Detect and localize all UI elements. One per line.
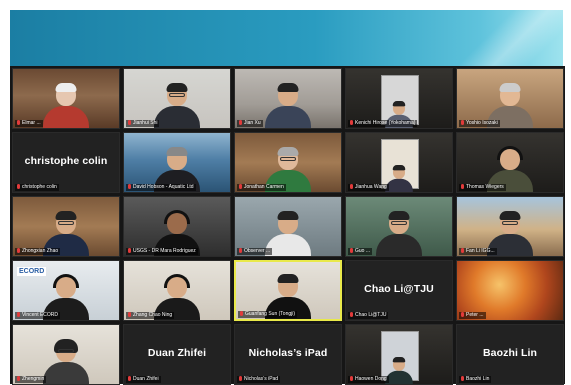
mic-muted-icon xyxy=(350,184,353,189)
participant-tile[interactable]: Chao Li@TJU Chao Li@TJU xyxy=(345,260,453,321)
participant-name: Yoshio Isozaki xyxy=(459,120,500,127)
participant-tile[interactable]: Guo ... xyxy=(345,196,453,257)
participant-name: Kenichi Hirose (Yokohama) xyxy=(348,120,418,127)
mic-muted-icon xyxy=(461,312,464,317)
participant-avatar xyxy=(154,83,200,128)
mic-muted-icon xyxy=(128,184,131,189)
mic-muted-icon xyxy=(239,184,242,189)
participant-name: Thomas Wiegers xyxy=(459,184,506,191)
participant-avatar xyxy=(385,165,413,192)
participant-avatar xyxy=(265,83,311,128)
mic-muted-icon xyxy=(350,376,353,381)
mic-muted-icon xyxy=(461,376,464,381)
participant-name: Jian Xu xyxy=(237,120,263,127)
mic-muted-icon xyxy=(128,120,131,125)
participant-tile[interactable]: Fan Li IGG... xyxy=(456,196,564,257)
participant-avatar xyxy=(376,211,422,256)
participant-tile[interactable]: Duan Zhifei Duan Zhifei xyxy=(123,324,231,385)
mic-muted-icon xyxy=(17,120,20,125)
participant-name: Zhongxian Zhao xyxy=(15,248,61,255)
participant-name: christophe colin xyxy=(15,184,59,191)
participant-name: Peter ... xyxy=(459,312,486,319)
participant-display-name: Baozhi Lin xyxy=(482,347,538,359)
participant-avatar xyxy=(385,357,413,384)
mic-muted-icon xyxy=(350,120,353,125)
participant-tile[interactable]: Haowen Dong xyxy=(345,324,453,385)
participant-name: Elmar ... xyxy=(15,120,43,127)
mic-muted-icon xyxy=(461,120,464,125)
mic-muted-icon xyxy=(17,248,20,253)
mic-muted-icon xyxy=(128,376,131,381)
participant-tile[interactable]: Elmar ... xyxy=(12,68,120,129)
participant-name: Chao Li@TJU xyxy=(348,312,389,319)
participant-name: David Hobson - Aquatic Ltd xyxy=(126,184,196,191)
participant-tile[interactable]: christophe colin christophe colin xyxy=(12,132,120,193)
ecord-logo: ECORD xyxy=(17,267,47,276)
participant-tile[interactable]: David Hobson - Aquatic Ltd xyxy=(123,132,231,193)
gallery-grid: Elmar ... Jianhui Shi Jian Xu Kenichi Hi… xyxy=(10,66,565,385)
participant-tile[interactable]: Yoshio Isozaki xyxy=(456,68,564,129)
participant-tile[interactable]: Jonathan Carmen xyxy=(234,132,342,193)
mic-muted-icon xyxy=(350,312,353,317)
participant-avatar xyxy=(43,339,89,384)
mic-muted-icon xyxy=(128,312,131,317)
participant-name: Baozhi Lin xyxy=(459,376,492,383)
participant-tile[interactable]: Observer ... xyxy=(234,196,342,257)
participant-name: Guanfang Sun (Tongji) xyxy=(238,311,298,318)
participant-name: Zhang Chao Ning xyxy=(126,312,175,319)
mic-muted-icon xyxy=(239,120,242,125)
participant-tile[interactable]: Baozhi Lin Baozhi Lin xyxy=(456,324,564,385)
participant-name: Jianhui Shi xyxy=(126,120,160,127)
participant-name: Nicholas’s iPad xyxy=(237,376,281,383)
participant-tile[interactable]: Nicholas’s iPad Nicholas’s iPad xyxy=(234,324,342,385)
mic-muted-icon xyxy=(461,184,464,189)
participant-tile[interactable]: Jianhui Shi xyxy=(123,68,231,129)
mic-muted-icon xyxy=(240,311,243,316)
participant-tile[interactable]: Zhang Chao Ning xyxy=(123,260,231,321)
participant-name: Fan Li IGG... xyxy=(459,248,497,255)
participant-avatar xyxy=(43,83,89,128)
participant-display-name: Duan Zhifei xyxy=(147,347,207,359)
mic-muted-icon xyxy=(17,184,20,189)
participant-name: Vincent ECORD xyxy=(15,312,61,319)
mic-muted-icon xyxy=(461,248,464,253)
participant-name: USGS - DR Mara Rodriguez xyxy=(126,248,198,255)
participant-tile[interactable]: ECORD Vincent ECORD xyxy=(12,260,120,321)
participant-name: Guo ... xyxy=(348,248,373,255)
participant-name: Haowen Dong xyxy=(348,376,389,383)
participant-name: Zhengmin xyxy=(15,376,47,383)
mic-muted-icon xyxy=(128,248,131,253)
participant-display-name: christophe colin xyxy=(24,155,108,167)
mic-muted-icon xyxy=(17,312,20,317)
participant-tile[interactable]: USGS - DR Mara Rodriguez xyxy=(123,196,231,257)
participant-tile-active-speaker[interactable]: Guanfang Sun (Tongji) xyxy=(234,260,342,321)
mic-muted-icon xyxy=(239,376,242,381)
presentation-banner xyxy=(10,10,563,66)
participant-name: Duan Zhifei xyxy=(126,376,161,383)
participant-name: Jianhua Wang xyxy=(348,184,389,191)
participant-tile[interactable]: Peter ... xyxy=(456,260,564,321)
participant-tile[interactable]: Zhengmin xyxy=(12,324,120,385)
participant-name: Jonathan Carmen xyxy=(237,184,286,191)
participant-tile[interactable]: Jian Xu xyxy=(234,68,342,129)
mic-muted-icon xyxy=(350,248,353,253)
participant-tile[interactable]: Thomas Wiegers xyxy=(456,132,564,193)
participant-tile[interactable]: Kenichi Hirose (Yokohama) xyxy=(345,68,453,129)
participant-display-name: Chao Li@TJU xyxy=(364,283,434,295)
participant-display-name: Nicholas’s iPad xyxy=(248,347,328,359)
participant-tile[interactable]: Zhongxian Zhao xyxy=(12,196,120,257)
mic-muted-icon xyxy=(17,376,20,381)
participant-tile[interactable]: Jianhua Wang xyxy=(345,132,453,193)
participant-name: Observer ... xyxy=(237,248,273,255)
mic-muted-icon xyxy=(239,248,242,253)
